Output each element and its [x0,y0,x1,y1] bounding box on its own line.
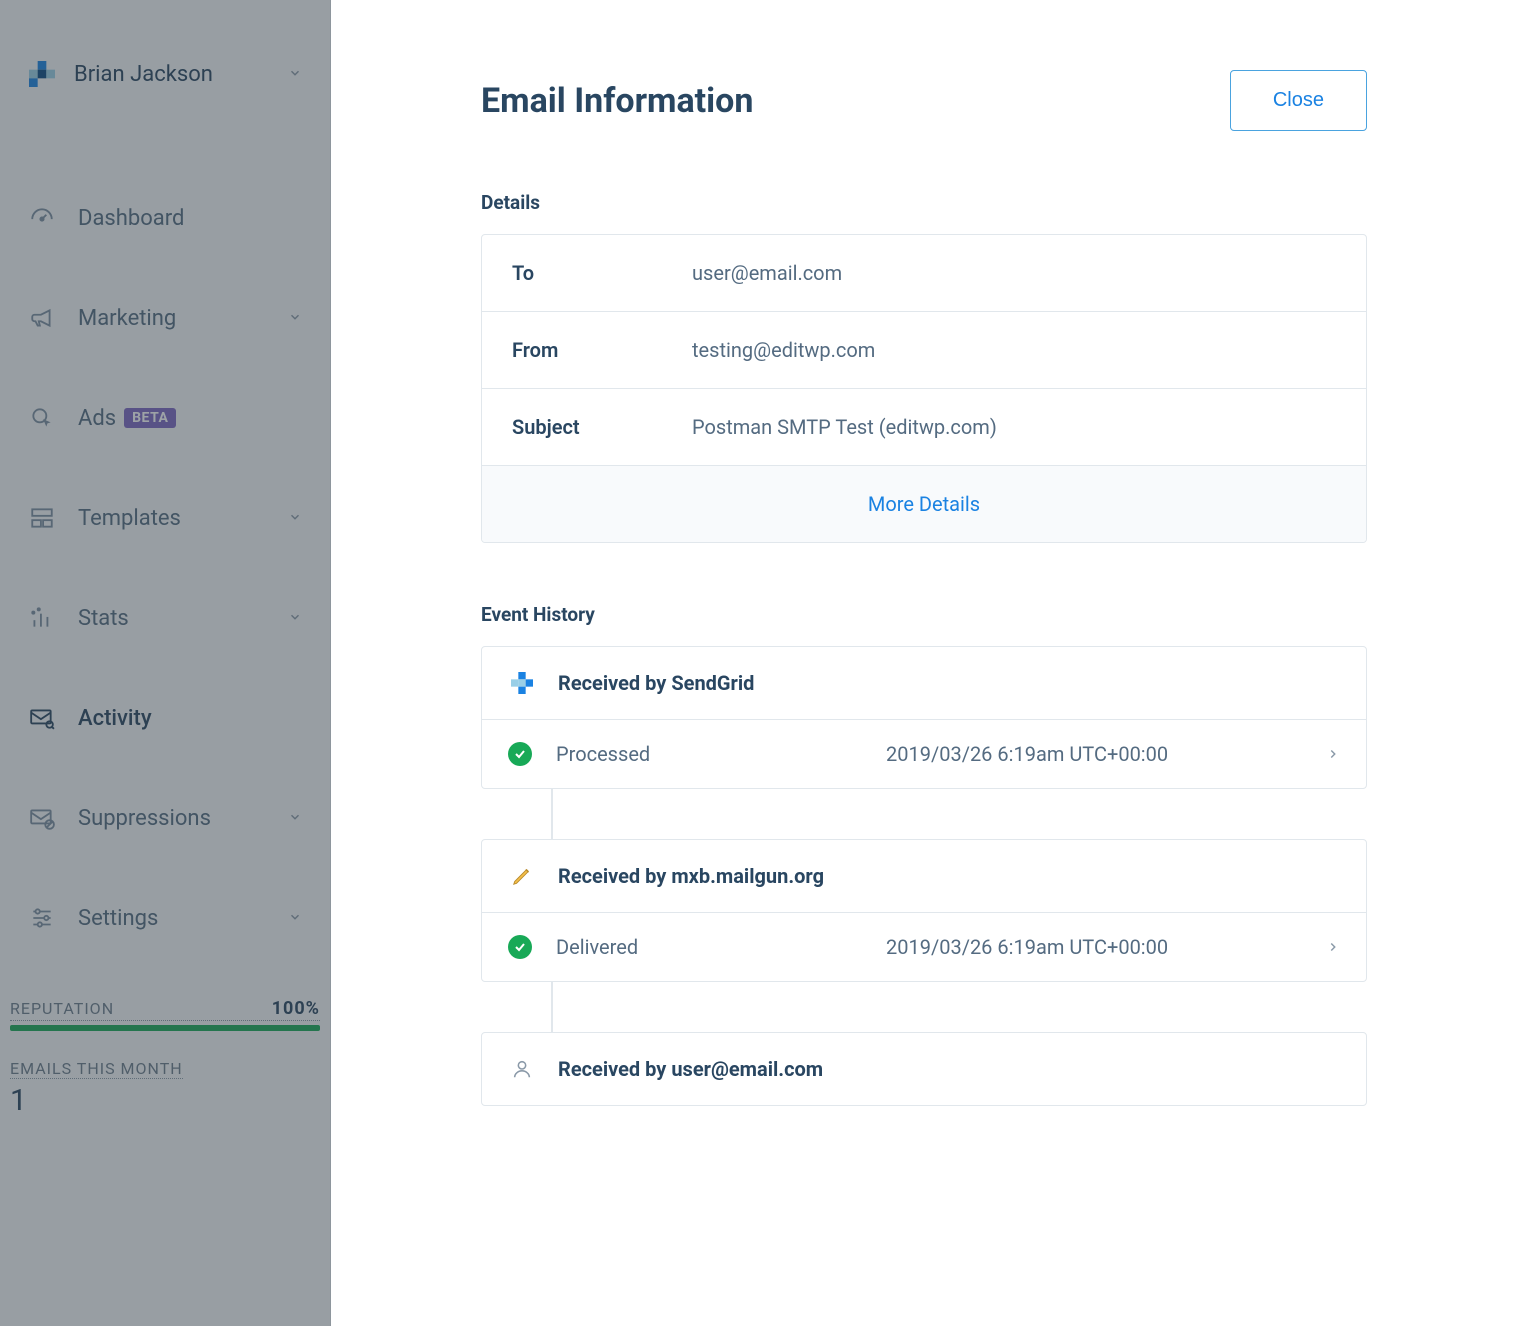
sidebar-nav: Dashboard Marketing Ads BETA [0,128,330,998]
sidebar-item-label: Marketing [78,306,288,331]
sidebar-item-label: Settings [78,906,288,931]
event-head-title: Received by mxb.mailgun.org [558,864,824,888]
reputation-bar [10,1025,320,1031]
sidebar-item-dashboard[interactable]: Dashboard [0,168,330,268]
detail-label: Subject [512,415,692,439]
chevron-down-icon [288,909,302,928]
sidebar-item-settings[interactable]: Settings [0,868,330,968]
sidebar-item-label: Activity [78,706,302,731]
detail-value: testing@editwp.com [692,338,875,362]
sendgrid-icon [508,669,536,697]
sidebar: Brian Jackson Dashboard Marketing [0,0,331,1326]
bar-chart-icon [28,604,56,632]
chevron-down-icon [288,65,302,84]
sidebar-stats: REPUTATION 100% EMAILS THIS MONTH 1 [0,998,330,1118]
event-card: Received by mxb.mailgun.org Delivered 20… [481,839,1367,982]
detail-value: Postman SMTP Test (editwp.com) [692,415,997,439]
detail-label: From [512,338,692,362]
event-head-title: Received by user@email.com [558,1057,823,1081]
sidebar-item-templates[interactable]: Templates [0,468,330,568]
pencil-icon [508,862,536,890]
event-card: Received by SendGrid Processed 2019/03/2… [481,646,1367,789]
chevron-right-icon [1326,742,1340,766]
user-icon [508,1055,536,1083]
details-card: To user@email.com From testing@editwp.co… [481,234,1367,543]
event-history-title: Event History [481,603,1367,626]
beta-badge: BETA [124,408,176,428]
sidebar-item-label: Ads [78,406,116,431]
event-head: Received by user@email.com [482,1033,1366,1105]
detail-row-subject: Subject Postman SMTP Test (editwp.com) [482,389,1366,466]
check-circle-icon [508,742,532,766]
sidebar-item-stats[interactable]: Stats [0,568,330,668]
detail-row-to: To user@email.com [482,235,1366,312]
megaphone-icon [28,304,56,332]
event-row[interactable]: Processed 2019/03/26 6:19am UTC+00:00 [482,720,1366,788]
drawer-title: Email Information [481,81,753,121]
cursor-click-icon [28,404,56,432]
timeline-connector [551,982,553,1032]
detail-label: To [512,261,692,285]
chevron-down-icon [288,509,302,528]
sidebar-item-ads[interactable]: Ads BETA [0,368,330,468]
event-head-title: Received by SendGrid [558,671,754,695]
check-circle-icon [508,935,532,959]
sidebar-item-marketing[interactable]: Marketing [0,268,330,368]
event-card: Received by user@email.com [481,1032,1367,1106]
chevron-down-icon [288,309,302,328]
sidebar-item-label: Templates [78,506,288,531]
event-status: Processed [556,742,886,766]
reputation-label: REPUTATION [10,999,114,1018]
close-button[interactable]: Close [1230,70,1367,131]
event-timestamp: 2019/03/26 6:19am UTC+00:00 [886,742,1168,766]
sidebar-item-label: Dashboard [78,206,302,231]
more-details-link[interactable]: More Details [482,466,1366,542]
reputation-value: 100% [272,998,320,1019]
account-switcher[interactable]: Brian Jackson [0,40,330,128]
detail-row-from: From testing@editwp.com [482,312,1366,389]
sidebar-item-label: Suppressions [78,806,288,831]
sidebar-item-label: Stats [78,606,288,631]
sidebar-item-activity[interactable]: Activity [0,668,330,768]
emails-month-count: 1 [10,1083,320,1118]
templates-icon [28,504,56,532]
mail-search-icon [28,704,56,732]
sliders-icon [28,904,56,932]
event-head: Received by SendGrid [482,647,1366,720]
chevron-down-icon [288,609,302,628]
chevron-down-icon [288,809,302,828]
detail-value: user@email.com [692,261,842,285]
email-info-drawer: Email Information Close Details To user@… [331,0,1517,1326]
timeline-connector [551,789,553,839]
dashboard-icon [28,204,56,232]
event-head: Received by mxb.mailgun.org [482,840,1366,913]
sendgrid-logo-icon [28,60,56,88]
sidebar-item-suppressions[interactable]: Suppressions [0,768,330,868]
event-status: Delivered [556,935,886,959]
event-timestamp: 2019/03/26 6:19am UTC+00:00 [886,935,1168,959]
chevron-right-icon [1326,935,1340,959]
event-row[interactable]: Delivered 2019/03/26 6:19am UTC+00:00 [482,913,1366,981]
details-section-title: Details [481,191,1367,214]
account-name: Brian Jackson [74,62,288,87]
mail-block-icon [28,804,56,832]
emails-month-label: EMAILS THIS MONTH [10,1059,183,1079]
